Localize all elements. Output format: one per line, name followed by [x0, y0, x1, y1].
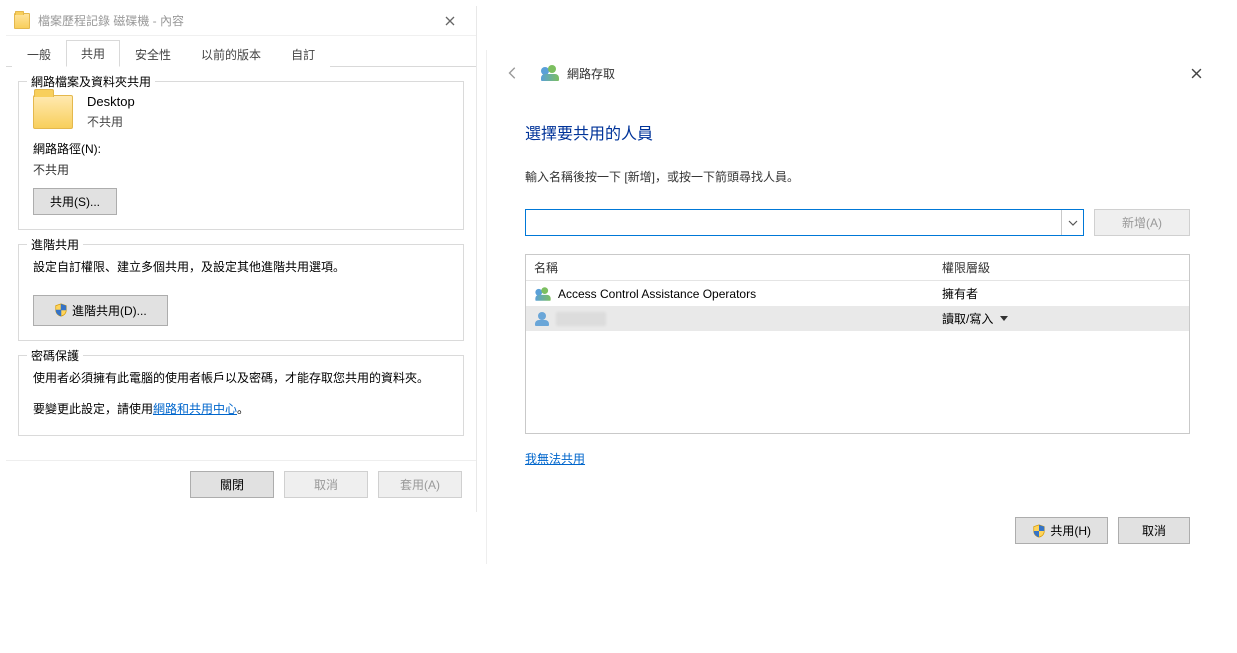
network-access-wizard: 網路存取 選擇要共用的人員 輸入名稱後按一下 [新增]，或按一下箭頭尋找人員。 … — [486, 50, 1228, 564]
wizard-crumb: 網路存取 — [541, 65, 615, 82]
wizard-header: 網路存取 — [487, 50, 1228, 90]
people-combobox[interactable] — [525, 209, 1084, 236]
row-level: 讀取/寫入 — [942, 310, 993, 327]
network-path-label: 網路路徑(N): — [33, 140, 449, 157]
tab-customize[interactable]: 自訂 — [276, 41, 330, 67]
close-icon — [445, 16, 455, 26]
people-input[interactable] — [526, 210, 1061, 235]
shield-icon — [1032, 524, 1046, 538]
wizard-footer: 共用(H) 取消 — [487, 477, 1228, 564]
share-button-label: 共用(H) — [1050, 522, 1091, 539]
wizard-title: 網路存取 — [567, 65, 615, 82]
cancel-button[interactable]: 取消 — [1118, 517, 1190, 544]
advanced-desc: 設定自訂權限、建立多個共用，及設定其他進階共用選項。 — [33, 257, 449, 279]
close-button[interactable] — [430, 8, 470, 34]
network-sharing-center-link[interactable]: 網路和共用中心 — [153, 402, 237, 416]
close-icon — [1191, 68, 1202, 79]
back-arrow-icon — [506, 66, 520, 80]
dialog-footer: 關閉 取消 套用(A) — [6, 460, 476, 512]
group-legend: 密碼保護 — [27, 347, 83, 364]
people-icon — [541, 65, 559, 81]
share-button[interactable]: 共用(S)... — [33, 188, 117, 215]
network-path-value: 不共用 — [33, 161, 449, 178]
close-button[interactable]: 關閉 — [190, 471, 274, 498]
cancel-button[interactable]: 取消 — [284, 471, 368, 498]
combobox-caret[interactable] — [1061, 210, 1083, 235]
row-level: 擁有者 — [942, 285, 978, 302]
share-state: 不共用 — [87, 113, 135, 130]
tab-strip: 一般 共用 安全性 以前的版本 自訂 — [6, 42, 476, 67]
folder-icon — [33, 95, 73, 129]
folder-name: Desktop — [87, 94, 135, 109]
user-icon — [534, 312, 550, 326]
add-button[interactable]: 新增(A) — [1094, 209, 1190, 236]
table-row[interactable]: Access Control Assistance Operators 擁有者 — [526, 281, 1189, 306]
tab-sharing[interactable]: 共用 — [66, 40, 120, 67]
advanced-share-label: 進階共用(D)... — [72, 302, 147, 319]
tab-security[interactable]: 安全性 — [120, 41, 186, 67]
window-title: 檔案歷程記錄 磁碟機 - 內容 — [38, 12, 430, 29]
table-row[interactable]: 讀取/寫入 — [526, 306, 1189, 331]
col-header-name[interactable]: 名稱 — [526, 255, 934, 280]
share-button[interactable]: 共用(H) — [1015, 517, 1108, 544]
level-dropdown[interactable] — [999, 312, 1009, 326]
cannot-share-link[interactable]: 我無法共用 — [525, 452, 585, 466]
titlebar: 檔案歷程記錄 磁碟機 - 內容 — [6, 6, 476, 36]
pw-desc-1: 使用者必須擁有此電腦的使用者帳戶以及密碼，才能存取您共用的資料夾。 — [33, 368, 449, 390]
pw-desc-2: 要變更此設定，請使用網路和共用中心。 — [33, 399, 449, 421]
group-advanced-sharing: 進階共用 設定自訂權限、建立多個共用，及設定其他進階共用選項。 進階共用(D).… — [18, 244, 464, 341]
tab-general[interactable]: 一般 — [12, 41, 66, 67]
group-legend: 進階共用 — [27, 236, 83, 253]
group-network-sharing: 網路檔案及資料夾共用 Desktop 不共用 網路路徑(N): 不共用 共用(S… — [18, 81, 464, 230]
group-password-protection: 密碼保護 使用者必須擁有此電腦的使用者帳戶以及密碼，才能存取您共用的資料夾。 要… — [18, 355, 464, 436]
shield-icon — [54, 303, 68, 317]
apply-button[interactable]: 套用(A) — [378, 471, 462, 498]
group-legend: 網路檔案及資料夾共用 — [27, 73, 155, 90]
tab-previous-versions[interactable]: 以前的版本 — [186, 41, 276, 67]
properties-dialog: 檔案歷程記錄 磁碟機 - 內容 一般 共用 安全性 以前的版本 自訂 網路檔案及… — [6, 6, 477, 512]
back-button[interactable] — [503, 63, 523, 83]
folder-icon — [14, 13, 30, 29]
table-header: 名稱 權限層級 — [526, 255, 1189, 281]
wizard-instruction: 輸入名稱後按一下 [新增]，或按一下箭頭尋找人員。 — [525, 168, 1190, 185]
wizard-heading: 選擇要共用的人員 — [525, 120, 1190, 144]
advanced-share-button[interactable]: 進階共用(D)... — [33, 295, 168, 326]
row-name-redacted — [556, 312, 606, 326]
permission-table: 名稱 權限層級 Access Control Assistance Operat… — [525, 254, 1190, 434]
triangle-down-icon — [999, 313, 1009, 323]
col-header-level[interactable]: 權限層級 — [934, 255, 1189, 280]
chevron-down-icon — [1068, 218, 1078, 228]
close-button[interactable] — [1176, 60, 1216, 86]
row-name: Access Control Assistance Operators — [558, 287, 756, 301]
group-icon — [535, 287, 550, 301]
